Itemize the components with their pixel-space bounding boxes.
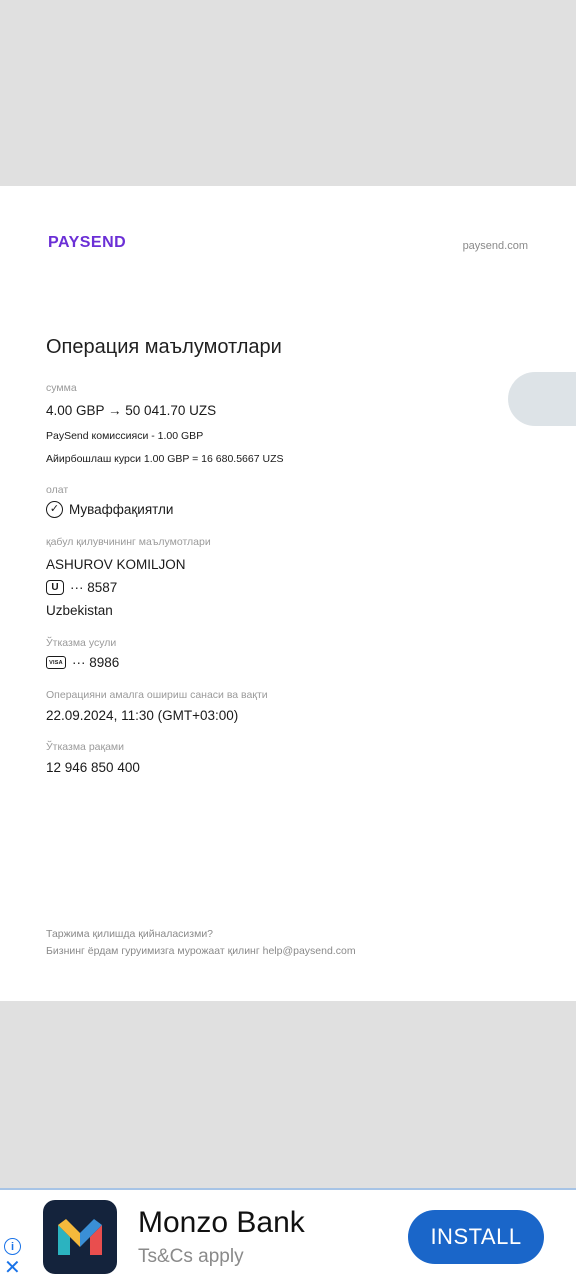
method-card-row: VISA ··· 8986 (46, 655, 119, 670)
recipient-name: ASHUROV KOMILJON (46, 557, 186, 572)
amount-label: сумма (46, 382, 77, 394)
page-title: Операция маълумотлари (46, 336, 282, 358)
ad-info-icon[interactable]: i (4, 1238, 21, 1255)
help-contact[interactable]: Бизнинг ёрдам гуруимизга мурожаат қилинг… (46, 945, 356, 957)
ad-banner[interactable]: i ✕ Monzo Bank Ts&Cs apply INSTALL (0, 1188, 576, 1280)
paysend-logo: PAYSEND (48, 234, 127, 251)
site-url: paysend.com (462, 240, 528, 252)
top-gray-area (0, 0, 576, 186)
uzcard-icon: U (46, 580, 64, 595)
datetime-value: 22.09.2024, 11:30 (GMT+03:00) (46, 708, 239, 723)
transfer-number-label: Ўтказма рақами (46, 741, 125, 753)
status-row: ✓ Муваффақиятли (46, 501, 173, 518)
ad-close-icon[interactable]: ✕ (4, 1258, 21, 1278)
amount-value: 4.00 GBP → 50 041.70 UZS (46, 403, 217, 418)
install-button[interactable]: INSTALL (408, 1210, 544, 1264)
receipt-card: PAYSEND paysend.com Операция маълумотлар… (0, 186, 576, 1001)
fee-text: PaySend комиссияси - 1.00 GBP (46, 430, 204, 442)
help-question: Таржима қилишда қийналасизми? (46, 928, 214, 940)
check-circle-icon: ✓ (46, 501, 63, 518)
status-label: олат (46, 484, 69, 496)
status-value: Муваффақиятли (69, 502, 174, 517)
recipient-card-number: ··· 8587 (70, 580, 118, 595)
method-card-number: ··· 8986 (72, 655, 120, 670)
datetime-label: Операцияни амалга ошириш санаси ва вақти (46, 689, 268, 701)
ad-subtitle: Ts&Cs apply (138, 1246, 244, 1267)
visa-card-icon: VISA (46, 656, 66, 669)
side-scroll-handle[interactable] (508, 372, 576, 426)
rate-text: Айирбошлаш курси 1.00 GBP = 16 680.5667 … (46, 453, 284, 465)
method-label: Ўтказма усули (46, 637, 117, 649)
recipient-label: қабул қилувчининг маълумотлари (46, 536, 211, 548)
recipient-card-row: U ··· 8587 (46, 580, 117, 595)
transfer-number-value: 12 946 850 400 (46, 760, 140, 775)
recipient-country: Uzbekistan (46, 603, 113, 618)
ad-app-name[interactable]: Monzo Bank (138, 1206, 305, 1240)
monzo-logo-icon[interactable] (43, 1200, 117, 1274)
